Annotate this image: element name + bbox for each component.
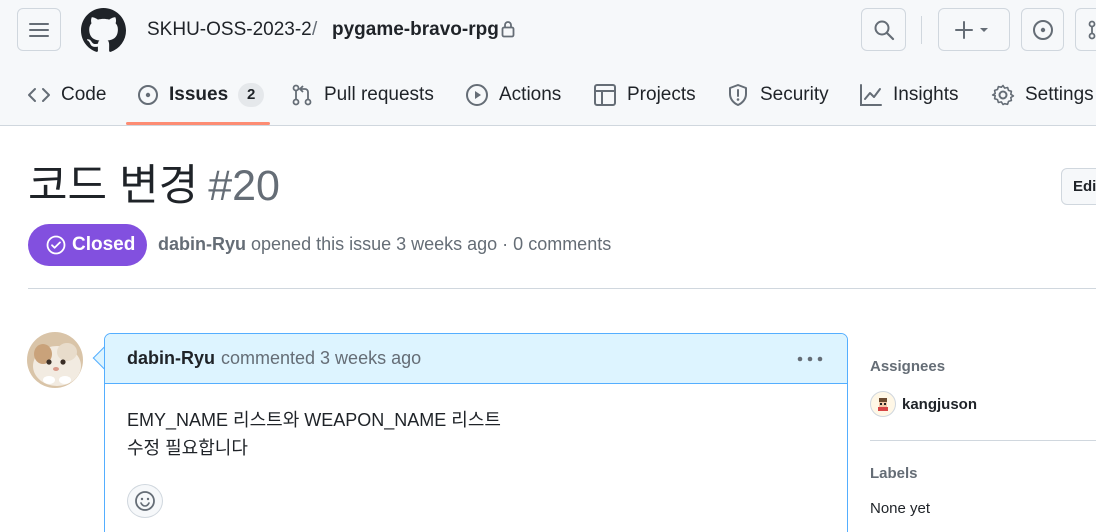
issue-title-text: 코드 변경 bbox=[28, 162, 199, 210]
assignee-item[interactable]: kangjuson bbox=[870, 391, 977, 417]
hamburger-icon bbox=[29, 22, 49, 37]
comment-body-line: 수정 필요합니다 bbox=[127, 438, 248, 458]
comment-options-button[interactable] bbox=[795, 348, 825, 370]
comment-body: EMY_NAME 리스트와 WEAPON_NAME 리스트 수정 필요합니다 bbox=[127, 406, 501, 462]
shield-icon bbox=[729, 84, 747, 106]
tab-actions-label: Actions bbox=[499, 84, 562, 105]
tab-projects-label: Projects bbox=[627, 84, 696, 105]
issue-comment: dabin-Ryu commented 3 weeks ago EMY_NAME… bbox=[104, 333, 848, 532]
tab-code-label: Code bbox=[61, 84, 107, 105]
tab-issues[interactable]: Issues 2 bbox=[137, 80, 265, 110]
assignee-name: kangjuson bbox=[902, 395, 978, 413]
tab-security-label: Security bbox=[760, 84, 829, 105]
issue-opened-icon bbox=[138, 85, 158, 105]
search-button[interactable] bbox=[861, 8, 906, 51]
issues-count-badge: 2 bbox=[238, 83, 265, 107]
your-issues-button[interactable] bbox=[1021, 8, 1064, 51]
create-new-button[interactable] bbox=[938, 8, 1010, 51]
lock-icon bbox=[501, 21, 515, 38]
tab-actions[interactable]: Actions bbox=[465, 80, 561, 110]
pixel-avatar-icon bbox=[878, 398, 888, 411]
tab-settings[interactable]: Settings bbox=[991, 80, 1094, 110]
smiley-icon bbox=[135, 491, 155, 511]
comment-timestamp[interactable]: commented 3 weeks ago bbox=[221, 348, 421, 369]
issue-meta-text: opened this issue 3 weeks ago · 0 commen… bbox=[251, 234, 612, 254]
issue-title: 코드 변경 #20 bbox=[28, 156, 280, 216]
tab-security[interactable]: Security bbox=[726, 80, 829, 110]
tab-insights-label: Insights bbox=[893, 84, 959, 105]
breadcrumb-separator: / bbox=[312, 19, 318, 40]
avatar[interactable] bbox=[27, 332, 83, 388]
tab-settings-label: Settings bbox=[1025, 84, 1094, 105]
issue-opened-icon bbox=[1032, 19, 1053, 40]
tab-insights[interactable]: Insights bbox=[859, 80, 958, 110]
add-reaction-button[interactable] bbox=[127, 484, 163, 518]
kebab-horizontal-icon bbox=[797, 356, 823, 362]
avatar bbox=[870, 391, 896, 417]
github-logo-icon[interactable] bbox=[81, 8, 126, 53]
issue-meta: dabin-Ryu opened this issue 3 weeks ago … bbox=[158, 234, 611, 255]
repo-header: SKHU-OSS-2023-2 / pygame-bravo-rpg Code … bbox=[0, 0, 1096, 126]
code-icon bbox=[28, 88, 50, 102]
labels-value: None yet bbox=[870, 500, 931, 517]
comment-body-line: EMY_NAME 리스트와 WEAPON_NAME 리스트 bbox=[127, 410, 501, 430]
check-circle-icon bbox=[46, 235, 66, 255]
play-icon bbox=[466, 84, 488, 106]
header-divider bbox=[921, 16, 922, 44]
title-divider bbox=[28, 288, 1096, 289]
tab-code[interactable]: Code bbox=[27, 80, 106, 110]
cat-avatar-icon bbox=[27, 332, 83, 388]
gear-icon bbox=[991, 84, 1015, 106]
sidebar-divider bbox=[870, 440, 1096, 441]
comment-header: dabin-Ryu commented 3 weeks ago bbox=[105, 334, 847, 384]
global-menu-button[interactable] bbox=[17, 8, 61, 51]
edit-title-button[interactable]: Edit bbox=[1061, 168, 1096, 205]
tab-projects[interactable]: Projects bbox=[593, 80, 696, 110]
breadcrumb-owner[interactable]: SKHU-OSS-2023-2 bbox=[147, 18, 312, 42]
search-icon bbox=[874, 20, 894, 40]
status-badge-label: Closed bbox=[72, 234, 136, 255]
tab-pull-requests[interactable]: Pull requests bbox=[290, 80, 434, 110]
issue-number: #20 bbox=[208, 162, 280, 210]
issue-author-link[interactable]: dabin-Ryu bbox=[158, 234, 246, 254]
tab-pull-requests-label: Pull requests bbox=[324, 84, 434, 105]
breadcrumb-repo[interactable]: pygame-bravo-rpg bbox=[332, 18, 499, 42]
your-pull-requests-button[interactable] bbox=[1075, 8, 1096, 51]
plus-icon bbox=[955, 20, 973, 39]
labels-heading[interactable]: Labels bbox=[870, 465, 918, 482]
table-icon bbox=[594, 84, 616, 106]
git-pull-request-icon bbox=[1088, 20, 1095, 39]
comment-author-link[interactable]: dabin-Ryu bbox=[127, 348, 215, 369]
assignees-heading[interactable]: Assignees bbox=[870, 358, 945, 375]
status-badge: Closed bbox=[28, 224, 147, 266]
caret-down-icon bbox=[980, 27, 988, 32]
selected-tab-underline bbox=[126, 122, 270, 125]
git-pull-request-icon bbox=[292, 84, 312, 106]
tab-issues-label: Issues bbox=[169, 84, 229, 105]
graph-icon bbox=[860, 84, 882, 106]
